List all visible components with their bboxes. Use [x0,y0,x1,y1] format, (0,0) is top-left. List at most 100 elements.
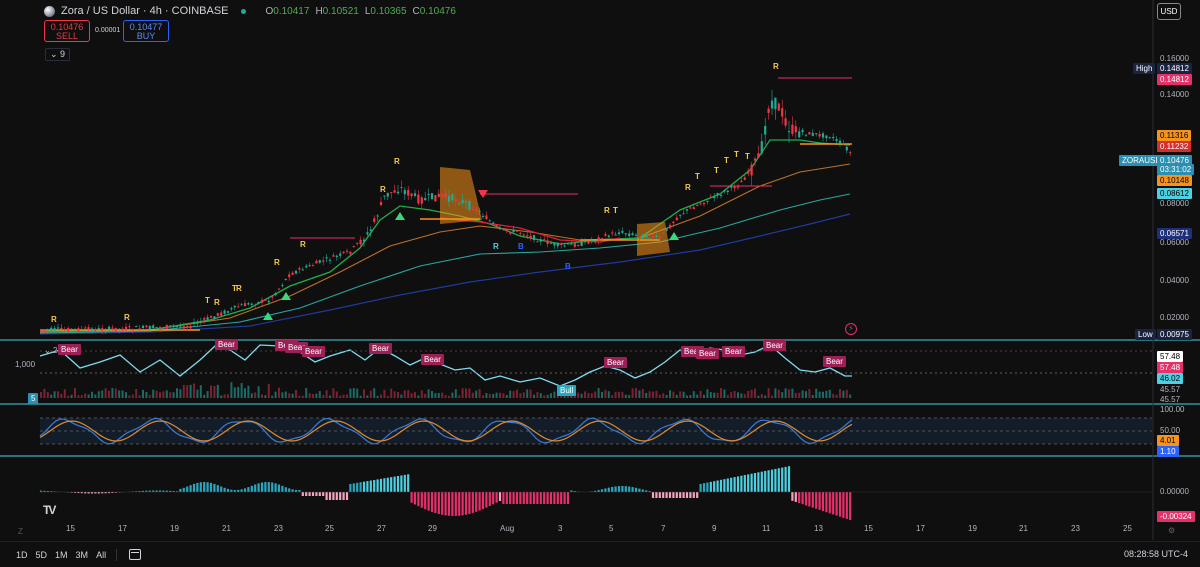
volume-bar [597,388,600,398]
volume-bar [125,392,127,398]
macd-bar [617,486,621,492]
signal-r-label: R [236,284,242,293]
macd-bar [505,492,508,504]
candle-body [73,328,77,330]
signal-t-label: T [695,172,700,181]
volume-bar [703,394,705,398]
date-range-calendar-icon[interactable] [129,549,142,560]
macd-bar [716,480,719,492]
buy-triangle-3 [395,212,405,220]
timeframe-5d[interactable]: 5D [36,550,48,560]
stoch-top-tick: 100.00 [1160,405,1185,414]
volume-bar [811,395,814,398]
timeframe-1m[interactable]: 1M [55,550,68,560]
macd-bar [271,482,274,492]
candle-body [335,255,338,258]
volume-bar [679,391,682,398]
volume-bar [254,392,257,398]
alert-bolt-icon[interactable]: ⚡ [845,323,857,335]
candle-body [111,327,114,329]
volume-bar [631,388,634,398]
time-tick: 17 [118,524,127,533]
candle-body [379,202,383,206]
time-axis[interactable]: 15 17 19 21 23 25 27 29 Aug 3 5 7 9 11 1… [0,524,1150,538]
candle-body [692,207,695,210]
volume-bar [43,388,46,398]
volume-bar [50,394,53,398]
macd-bar [546,492,549,504]
volume-bar [495,392,498,398]
utc-clock[interactable]: 08:28:58 UTC-4 [1124,549,1188,559]
macd-bar [808,492,811,507]
candle-body [505,229,508,231]
macd-bar [437,492,440,514]
timeframe-1d[interactable]: 1D [16,550,28,560]
macd-bar [318,492,321,496]
macd-bar [563,492,566,504]
macd-bar [658,492,661,498]
rsi-pane-toggle[interactable]: ⌄ 2 [44,346,57,355]
macd-bar [638,488,641,492]
signal-t-label: T [745,152,750,161]
macd-bar [362,481,366,492]
macd-bar [689,492,692,498]
volume-bar [305,388,308,398]
macd-bar [488,492,491,507]
volume-bar [233,387,236,398]
candle-body [70,328,73,330]
time-tick: 25 [1123,524,1132,533]
macd-bar [519,492,522,504]
tradingview-logo-icon[interactable]: TV [43,503,67,517]
timeframe-3m[interactable]: 3M [76,550,89,560]
candle-body [271,296,274,298]
volume-bar [101,390,104,398]
macd-bar [492,492,495,505]
candle-body [757,153,760,158]
chart-canvas[interactable] [0,0,1200,540]
volume-bar [176,388,178,398]
candle-body [203,318,206,320]
volume-bar [675,394,678,398]
candle-body [502,228,505,230]
macd-bar [468,492,471,514]
macd-bar [794,492,797,502]
volume-bar [104,388,107,398]
macd-bar [566,492,570,504]
macd-bar [213,483,216,492]
candle-body [539,239,542,242]
macd-bar [342,492,345,500]
macd-bar [400,475,403,492]
macd-bar [308,492,311,496]
volume-bar [832,393,835,398]
volume-bar [74,388,76,398]
volume-bar [509,390,512,398]
candle-body [730,185,733,188]
volume-bar [420,390,423,398]
volume-bar [97,391,100,398]
volume-bar [128,395,131,398]
macd-bar [386,477,389,492]
volume-bar [692,391,695,398]
candle-body [60,327,63,330]
macd-bar [179,488,182,492]
candle-body [767,108,770,113]
high-value-tag: 0.14812 [1157,74,1192,85]
time-tick: 5 [609,524,614,533]
axis-settings-gear-icon[interactable]: ⚙ [1168,526,1175,535]
volume-bar [332,388,335,398]
macd-bar [651,492,655,498]
volume-bar [434,393,437,398]
candle-body [587,241,590,244]
timeframe-all[interactable]: All [96,550,106,560]
volume-bar [135,388,138,398]
signal-r-label: R [274,258,280,267]
volume-bar [397,392,399,398]
macd-bar [322,492,325,496]
volume-bar [726,394,729,398]
macd-bar [427,492,430,511]
candle-body [512,229,515,233]
volume-bar [801,390,804,398]
macd-bar [471,492,474,513]
volume-bar [376,395,379,398]
volume-bar [373,388,376,398]
